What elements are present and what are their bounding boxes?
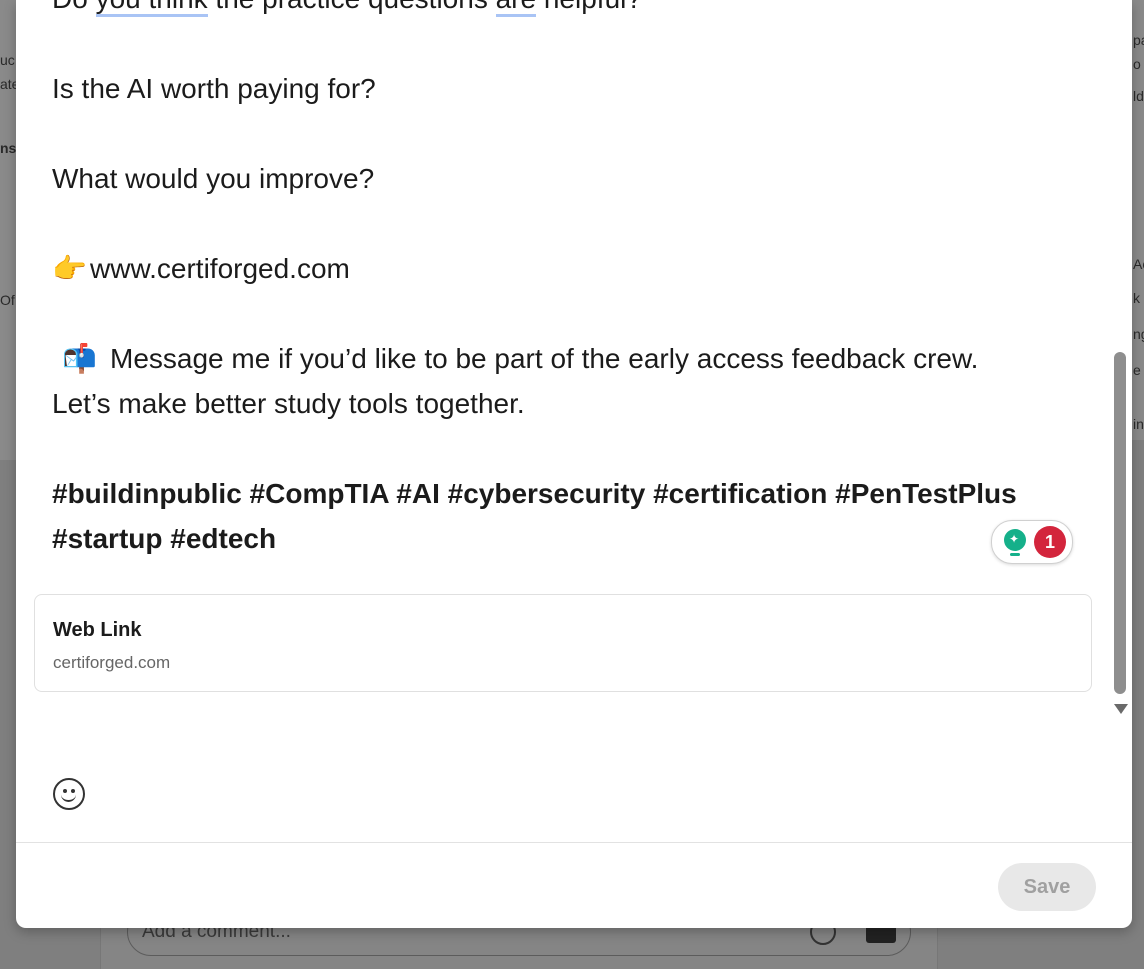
post-hashtags-line: #buildinpublic #CompTIA #AI #cybersecuri… bbox=[52, 478, 1017, 509]
vertical-scrollbar[interactable] bbox=[1114, 0, 1132, 720]
bg-text-fragment: in bbox=[1133, 416, 1144, 432]
link-preview-domain: certiforged.com bbox=[53, 653, 171, 672]
edit-post-modal: Do you think the practice questions are … bbox=[16, 0, 1132, 928]
bg-text-fragment: ng bbox=[1133, 326, 1144, 342]
post-line-message: 📬 Message me if you’d like to be part of … bbox=[52, 336, 1052, 381]
grammar-assistant-badge[interactable]: ✦ 1 bbox=[991, 520, 1073, 564]
post-line-improve-question: What would you improve? bbox=[52, 163, 375, 194]
bg-text-fragment: Ac bbox=[1133, 256, 1144, 272]
background-right-card: pa o ld Ac k ng e in bbox=[1132, 0, 1144, 440]
post-editor[interactable]: Do you think the practice questions are … bbox=[16, 0, 1116, 842]
suggestion-count-badge: 1 bbox=[1034, 526, 1066, 558]
spellcheck-underline[interactable]: are bbox=[495, 0, 537, 17]
website-link-text: www.certiforged.com bbox=[90, 253, 350, 284]
bg-text-fragment: ld bbox=[1133, 88, 1144, 104]
bg-text-fragment: k bbox=[1133, 290, 1140, 306]
post-line-message-2: Let’s make better study tools together. bbox=[52, 388, 525, 419]
text-segment: helpful? bbox=[536, 0, 642, 14]
pointing-hand-icon: 👉 bbox=[52, 253, 87, 284]
bg-text-fragment: e bbox=[1133, 362, 1141, 378]
bg-text-fragment: Of bbox=[0, 292, 15, 308]
post-hashtags-line: #startup #edtech bbox=[52, 523, 277, 554]
background-left-card: uc ate ns Of bbox=[0, 0, 19, 460]
link-preview-card[interactable]: Web Link certiforged.com bbox=[34, 594, 1092, 692]
bg-text-fragment: ns bbox=[0, 140, 17, 156]
mailbox-icon: 📬 bbox=[62, 343, 97, 374]
bg-text-fragment: o bbox=[1133, 56, 1141, 72]
message-text: Message me if you’d like to be part of t… bbox=[110, 343, 979, 374]
save-button[interactable]: Save bbox=[998, 863, 1096, 911]
scroll-down-arrow-icon[interactable] bbox=[1114, 704, 1128, 714]
bg-text-fragment: uc bbox=[0, 52, 15, 68]
text-segment: Do bbox=[52, 0, 96, 14]
modal-footer: Save bbox=[16, 842, 1132, 928]
post-line-link: 👉 www.certiforged.com bbox=[52, 246, 1052, 291]
link-preview-title: Web Link bbox=[53, 619, 142, 641]
emoji-picker-button[interactable] bbox=[53, 778, 85, 810]
bg-text-fragment: pa bbox=[1133, 32, 1144, 48]
post-text[interactable]: Do you think the practice questions are … bbox=[52, 0, 1052, 561]
spellcheck-underline[interactable]: you think bbox=[95, 0, 208, 17]
post-line-partial: Do you think the practice questions are … bbox=[52, 0, 1052, 21]
text-segment: the practice questions bbox=[208, 0, 496, 14]
post-line-ai-question: Is the AI worth paying for? bbox=[52, 73, 376, 104]
scrollbar-thumb[interactable] bbox=[1114, 352, 1126, 694]
